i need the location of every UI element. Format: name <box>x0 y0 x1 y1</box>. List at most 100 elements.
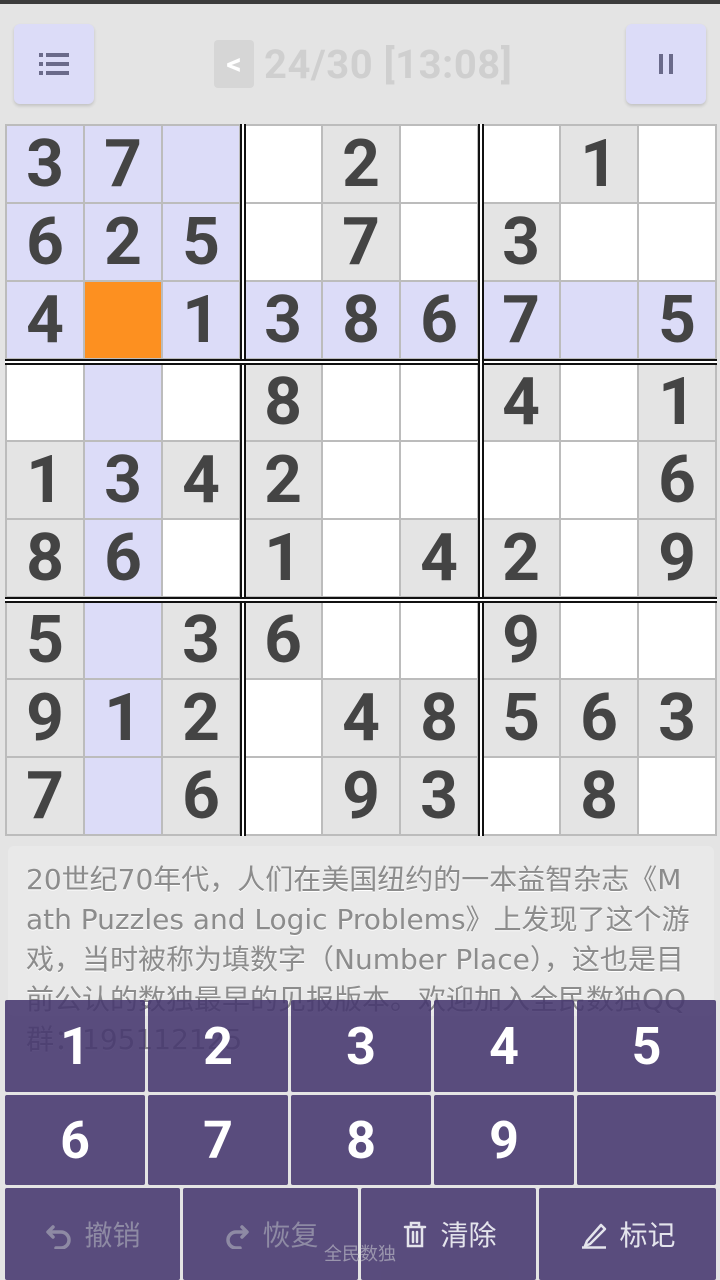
redo-button[interactable]: 恢复 <box>183 1188 358 1280</box>
sudoku-cell-r7c9[interactable] <box>639 602 715 678</box>
sudoku-cell-r1c3[interactable] <box>163 126 239 202</box>
menu-button[interactable] <box>14 24 94 104</box>
undo-button[interactable]: 撤销 <box>5 1188 180 1280</box>
sudoku-cell-r9c1[interactable]: 7 <box>7 758 83 835</box>
sudoku-cell-r1c6[interactable] <box>401 126 477 202</box>
sudoku-cell-r8c7[interactable]: 5 <box>483 680 559 757</box>
sudoku-cell-r1c7[interactable] <box>483 126 559 202</box>
sudoku-cell-r5c6[interactable] <box>401 442 477 518</box>
key-8[interactable]: 8 <box>291 1095 431 1185</box>
sudoku-cell-r1c8[interactable]: 1 <box>561 126 637 203</box>
sudoku-cell-r1c9[interactable] <box>639 126 715 202</box>
sudoku-cell-r6c4[interactable]: 1 <box>245 520 321 597</box>
sudoku-cell-r4c3[interactable] <box>163 364 239 440</box>
sudoku-cell-r5c1[interactable]: 1 <box>7 442 83 519</box>
sudoku-cell-r4c2[interactable] <box>85 364 161 440</box>
sudoku-cell-r7c7[interactable]: 9 <box>483 602 559 679</box>
sudoku-cell-r2c4[interactable] <box>245 204 321 280</box>
key-2[interactable]: 2 <box>148 1000 288 1092</box>
sudoku-cell-r6c8[interactable] <box>561 520 637 596</box>
box-separator <box>240 124 246 836</box>
sudoku-cell-r5c3[interactable]: 4 <box>163 442 239 519</box>
key-3[interactable]: 3 <box>291 1000 431 1092</box>
sudoku-cell-r4c9[interactable]: 1 <box>639 364 715 441</box>
footer-app-name: 全民数独 <box>324 1244 396 1265</box>
sudoku-cell-r8c9[interactable]: 3 <box>639 680 715 757</box>
sudoku-cell-r2c6[interactable] <box>401 204 477 280</box>
sudoku-cell-r9c6[interactable]: 3 <box>401 758 477 835</box>
sudoku-cell-r7c2[interactable] <box>85 602 161 678</box>
sudoku-cell-r3c9[interactable]: 5 <box>639 282 715 359</box>
key-9[interactable]: 9 <box>434 1095 574 1185</box>
key-1[interactable]: 1 <box>5 1000 145 1092</box>
sudoku-cell-r5c2[interactable]: 3 <box>85 442 161 519</box>
sudoku-cell-r7c4[interactable]: 6 <box>245 602 321 679</box>
key-4[interactable]: 4 <box>434 1000 574 1092</box>
sudoku-cell-r3c1[interactable]: 4 <box>7 282 83 359</box>
sudoku-cell-r6c5[interactable] <box>323 520 399 596</box>
sudoku-cell-r4c5[interactable] <box>323 364 399 440</box>
sudoku-cell-r4c4[interactable]: 8 <box>245 364 321 441</box>
sudoku-cell-r3c6[interactable]: 6 <box>401 282 477 359</box>
key-7[interactable]: 7 <box>148 1095 288 1185</box>
mark-button[interactable]: 标记 <box>539 1188 716 1280</box>
sudoku-cell-r6c6[interactable]: 4 <box>401 520 477 597</box>
sudoku-cell-r8c2[interactable]: 1 <box>85 680 161 757</box>
sudoku-cell-r8c6[interactable]: 8 <box>401 680 477 757</box>
sudoku-cell-r8c4[interactable] <box>245 680 321 756</box>
sudoku-cell-r5c4[interactable]: 2 <box>245 442 321 519</box>
sudoku-cell-r2c3[interactable]: 5 <box>163 204 239 281</box>
sudoku-cell-r2c7[interactable]: 3 <box>483 204 559 281</box>
sudoku-cell-r6c2[interactable]: 6 <box>85 520 161 597</box>
sudoku-cell-r6c9[interactable]: 9 <box>639 520 715 597</box>
sudoku-cell-r6c7[interactable]: 2 <box>483 520 559 597</box>
sudoku-cell-r6c1[interactable]: 8 <box>7 520 83 597</box>
sudoku-cell-r7c3[interactable]: 3 <box>163 602 239 679</box>
sudoku-cell-r5c5[interactable] <box>323 442 399 518</box>
sudoku-cell-r7c5[interactable] <box>323 602 399 678</box>
sudoku-cell-r3c5[interactable]: 8 <box>323 282 399 359</box>
sudoku-cell-r8c8[interactable]: 6 <box>561 680 637 757</box>
sudoku-cell-r6c3[interactable] <box>163 520 239 596</box>
key-empty <box>577 1095 716 1185</box>
sudoku-cell-r9c7[interactable] <box>483 758 559 834</box>
sudoku-cell-r9c4[interactable] <box>245 758 321 834</box>
sudoku-cell-r9c9[interactable] <box>639 758 715 834</box>
sudoku-cell-r2c2[interactable]: 2 <box>85 204 161 281</box>
sudoku-cell-r9c2[interactable] <box>85 758 161 834</box>
sudoku-cell-r1c1[interactable]: 3 <box>7 126 83 203</box>
back-button[interactable]: < <box>214 40 254 88</box>
sudoku-cell-r9c5[interactable]: 9 <box>323 758 399 835</box>
sudoku-cell-r4c1[interactable] <box>7 364 83 440</box>
sudoku-cell-r4c8[interactable] <box>561 364 637 440</box>
sudoku-cell-r8c3[interactable]: 2 <box>163 680 239 757</box>
sudoku-cell-r9c3[interactable]: 6 <box>163 758 239 835</box>
sudoku-cell-r4c6[interactable] <box>401 364 477 440</box>
sudoku-cell-r8c1[interactable]: 9 <box>7 680 83 757</box>
sudoku-cell-r1c4[interactable] <box>245 126 321 202</box>
sudoku-cell-r7c6[interactable] <box>401 602 477 678</box>
sudoku-cell-r2c9[interactable] <box>639 204 715 280</box>
sudoku-cell-r1c2[interactable]: 7 <box>85 126 161 203</box>
sudoku-cell-r3c7[interactable]: 7 <box>483 282 559 359</box>
sudoku-cell-r8c5[interactable]: 4 <box>323 680 399 757</box>
key-6[interactable]: 6 <box>5 1095 145 1185</box>
sudoku-cell-r7c1[interactable]: 5 <box>7 602 83 679</box>
key-5[interactable]: 5 <box>577 1000 716 1092</box>
sudoku-cell-r7c8[interactable] <box>561 602 637 678</box>
sudoku-cell-r1c5[interactable]: 2 <box>323 126 399 203</box>
sudoku-cell-r3c8[interactable] <box>561 282 637 358</box>
sudoku-cell-r4c7[interactable]: 4 <box>483 364 559 441</box>
sudoku-cell-r9c8[interactable]: 8 <box>561 758 637 835</box>
sudoku-cell-r3c2[interactable] <box>85 282 161 358</box>
sudoku-cell-r2c1[interactable]: 6 <box>7 204 83 281</box>
sudoku-cell-r3c3[interactable]: 1 <box>163 282 239 359</box>
pause-button[interactable] <box>626 24 706 104</box>
sudoku-cell-r2c5[interactable]: 7 <box>323 204 399 281</box>
sudoku-cell-r5c8[interactable] <box>561 442 637 518</box>
clear-button[interactable]: 清除 <box>361 1188 536 1280</box>
sudoku-cell-r5c9[interactable]: 6 <box>639 442 715 519</box>
sudoku-cell-r3c4[interactable]: 3 <box>245 282 321 359</box>
sudoku-cell-r2c8[interactable] <box>561 204 637 280</box>
sudoku-cell-r5c7[interactable] <box>483 442 559 518</box>
